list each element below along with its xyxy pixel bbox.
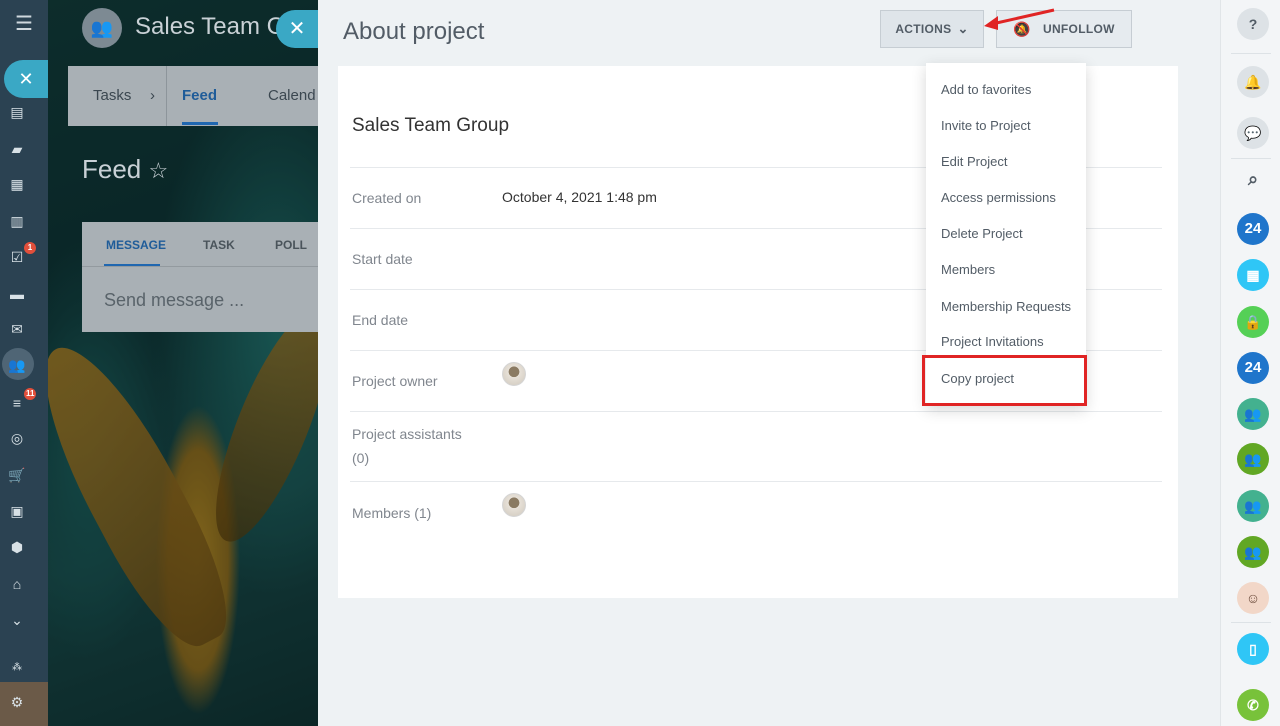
field-label: Project owner: [352, 373, 438, 389]
field-label: End date: [352, 312, 409, 328]
about-project-panel: About project ACTIONS ⌄ 🔕 UNFOLLOW Sales…: [318, 0, 1220, 726]
background-workspace: 👥 Sales Team G Tasks › Feed Calend Feed …: [48, 0, 318, 726]
menu-item-invite[interactable]: Invite to Project: [941, 118, 1031, 133]
documents-icon[interactable]: ▥: [8, 213, 26, 229]
menu-item-members[interactable]: Members: [941, 262, 995, 277]
tasks-badge: 1: [24, 242, 36, 254]
owner-avatar[interactable]: [502, 362, 526, 386]
calendar-icon[interactable]: ▦: [8, 176, 26, 192]
menu-item-delete-project[interactable]: Delete Project: [941, 226, 1023, 241]
workgroups-icon[interactable]: 👥: [8, 357, 26, 373]
panel-title: About project: [343, 18, 485, 45]
chevron-down-icon: ⌄: [957, 21, 969, 36]
user-avatar-icon[interactable]: ☺: [1237, 582, 1269, 614]
calendar-chat-icon[interactable]: ▦: [1237, 259, 1269, 291]
filter-badge: 11: [24, 388, 37, 400]
phone-icon[interactable]: ✆: [1237, 689, 1269, 721]
actions-label: ACTIONS: [895, 22, 952, 36]
field-project-assistants: Project assistants (0): [350, 411, 1162, 481]
menu-item-add-to-favorites[interactable]: Add to favorites: [941, 82, 1031, 97]
group-title: Sales Team G: [135, 13, 286, 40]
close-panel-button[interactable]: ✕: [276, 10, 318, 48]
divider: [1231, 158, 1271, 159]
notifications-bell-icon[interactable]: 🔔: [1237, 66, 1269, 98]
help-icon[interactable]: ?: [1237, 8, 1269, 40]
filter-icon[interactable]: ≡: [8, 395, 26, 411]
group-chat-icon-3[interactable]: 👥: [1237, 490, 1269, 522]
hamburger-icon[interactable]: ☰: [6, 10, 42, 38]
group-tabs: Tasks › Feed Calend: [68, 66, 318, 126]
contacts-icon[interactable]: ▣: [8, 503, 26, 519]
tab-separator: ›: [150, 87, 155, 104]
sitemap-icon[interactable]: ⁂: [8, 660, 26, 676]
settings-icon[interactable]: ⚙: [8, 694, 26, 710]
field-value: (0): [352, 450, 370, 466]
group-chat-icon[interactable]: 👥: [1237, 398, 1269, 430]
field-members: Members (1): [350, 481, 1162, 541]
field-value: October 4, 2021 1:48 pm: [502, 189, 657, 205]
drive-icon[interactable]: ▬: [8, 286, 26, 302]
star-icon: ☆: [148, 158, 169, 183]
actions-button[interactable]: ACTIONS ⌄: [880, 10, 984, 48]
member-avatar[interactable]: [502, 493, 526, 517]
field-label: Start date: [352, 251, 413, 267]
field-label: Members (1): [352, 505, 432, 521]
close-slider-icon[interactable]: ✕: [4, 60, 48, 98]
group-chat-icon-2[interactable]: 👥: [1237, 443, 1269, 475]
tab-feed[interactable]: Feed: [182, 87, 217, 104]
field-label: Created on: [352, 190, 422, 206]
chat-icon[interactable]: ▰: [8, 141, 26, 157]
right-sidebar: ? 🔔 💬 ⌕ 24 ▦ 🔒 24 👥 👥 👥 👥 ☺ ▯ ✆: [1220, 0, 1280, 726]
post-tab-poll[interactable]: POLL: [275, 238, 307, 252]
active-tab-underline: [182, 122, 218, 125]
divider: [1231, 622, 1271, 623]
menu-item-edit-project[interactable]: Edit Project: [941, 154, 1007, 169]
chat-bubble-icon[interactable]: 💬: [1237, 117, 1269, 149]
post-tab-message[interactable]: MESSAGE: [106, 238, 166, 252]
cart-icon[interactable]: 🛒: [8, 467, 26, 483]
tab-divider: [166, 66, 167, 126]
left-navigation: ☰ ✕ ▤ ▰ ▦ ▥ ☑ 1 ▬ ✉ 👥 ≡ 11 ◎ 🛒 ▣ ⬢ ⌂ ⌄ ⁂…: [0, 0, 48, 726]
mobile-app-icon[interactable]: ▯: [1237, 633, 1269, 665]
field-label: Project assistants: [352, 426, 462, 442]
tasks-icon[interactable]: ☑: [8, 249, 26, 265]
post-form: MESSAGE TASK POLL Send message ...: [82, 222, 318, 332]
lock-chat-icon[interactable]: 🔒: [1237, 306, 1269, 338]
menu-item-access-permissions[interactable]: Access permissions: [941, 190, 1056, 205]
tab-tasks[interactable]: Tasks: [93, 87, 131, 104]
divider: [1231, 53, 1271, 54]
bitrix24-chat-icon-2[interactable]: 24: [1237, 352, 1269, 384]
search-icon[interactable]: ⌕: [1237, 163, 1269, 195]
bitrix24-chat-icon[interactable]: 24: [1237, 213, 1269, 245]
feed-icon[interactable]: ▤: [8, 104, 26, 120]
robot-icon[interactable]: ⌂: [8, 576, 26, 592]
copy-project-highlight-box: [922, 355, 1087, 406]
menu-item-membership-requests[interactable]: Membership Requests: [941, 299, 1071, 314]
send-message-input[interactable]: Send message ...: [104, 290, 244, 311]
post-divider: [82, 266, 318, 267]
annotation-arrow-icon: [984, 8, 1055, 30]
menu-item-project-invitations[interactable]: Project Invitations: [941, 334, 1044, 349]
post-tab-task[interactable]: TASK: [203, 238, 235, 252]
mail-icon[interactable]: ✉: [8, 321, 26, 337]
project-name: Sales Team Group: [352, 115, 510, 136]
more-icon[interactable]: ⌄: [8, 612, 26, 628]
target-icon[interactable]: ◎: [8, 430, 26, 446]
group-chat-icon-4[interactable]: 👥: [1237, 536, 1269, 568]
box-icon[interactable]: ⬢: [8, 539, 26, 555]
tab-calendar[interactable]: Calend: [268, 87, 316, 104]
group-avatar-icon: 👥: [82, 8, 122, 48]
feed-title: Feed ☆: [82, 154, 169, 184]
